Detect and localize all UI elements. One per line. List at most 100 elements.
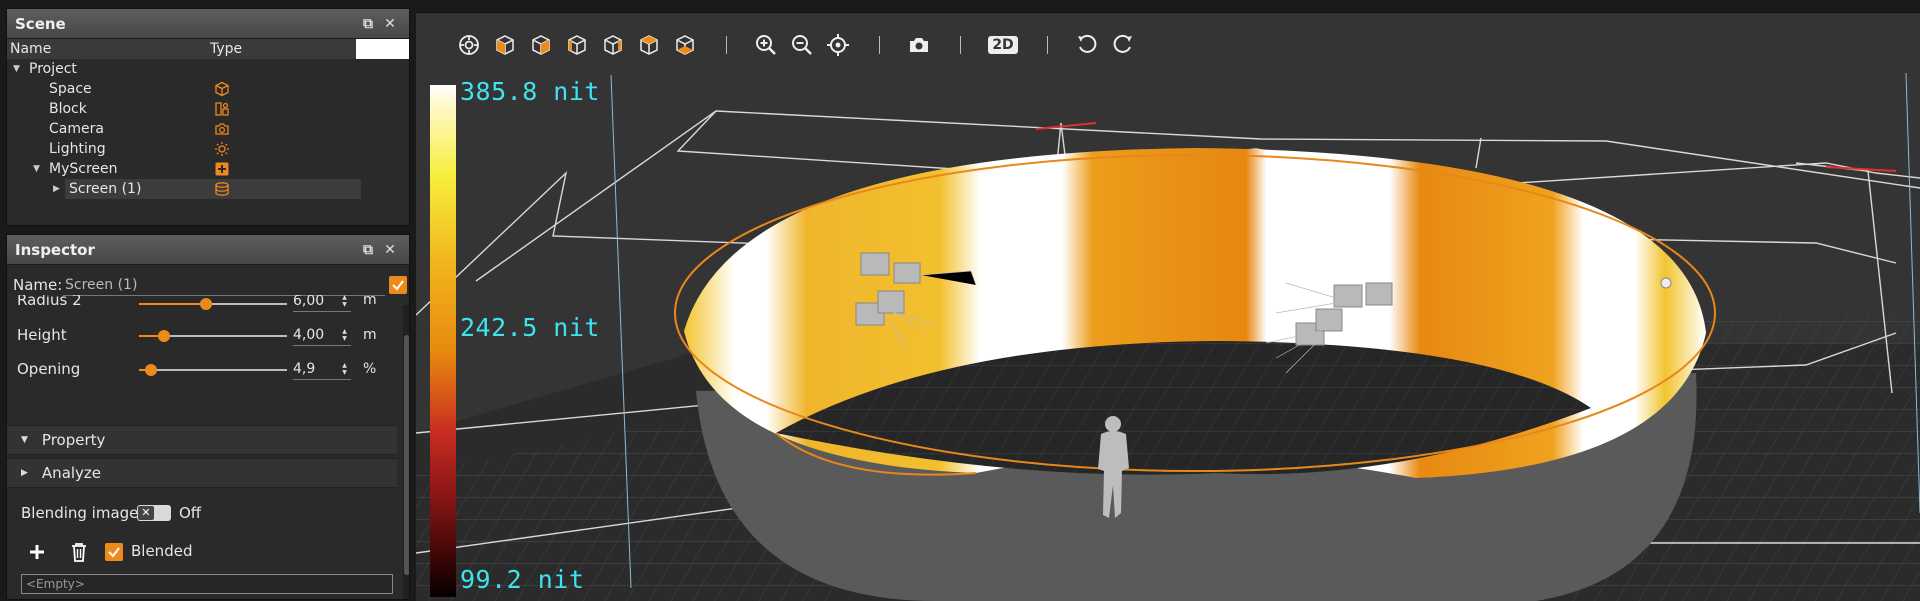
inspector-scrollbar[interactable] (403, 305, 409, 599)
collapse-arrow-icon: ▶ (21, 468, 28, 478)
camera-snapshot-icon[interactable] (906, 32, 932, 58)
opening-value-field[interactable]: 4,9 ▲ ▼ (293, 359, 351, 380)
scene-panel: Scene ⧉ ✕ Name Type ▼ Project Space Bloc… (6, 8, 410, 226)
param-row-opening: Opening 4,9 ▲ ▼ % (7, 353, 409, 387)
toggle-off-icon: ✕ (138, 506, 154, 520)
zoom-in-icon[interactable] (753, 32, 779, 58)
tree-item-label: Screen (1) (69, 181, 142, 197)
blend-image-field[interactable]: <Empty> (21, 574, 393, 594)
view-top-icon[interactable] (636, 32, 662, 58)
param-row-height: Height 4,00 ▲ ▼ m (7, 319, 409, 353)
blending-image-toggle[interactable]: ✕ (137, 505, 171, 521)
trash-icon[interactable] (69, 541, 89, 563)
slider-fill (139, 303, 206, 305)
view-front-icon[interactable] (492, 32, 518, 58)
add-plus-icon[interactable] (27, 542, 47, 562)
section-analyze[interactable]: ▶ Analyze (7, 458, 397, 488)
param-value: 6,00 (293, 295, 325, 309)
tree-item-camera[interactable]: Camera (7, 119, 409, 139)
toolbar-separator (1047, 36, 1048, 54)
tree-item-label: MyScreen (49, 161, 118, 177)
tree-item-label: Camera (49, 121, 104, 137)
collapse-arrow-icon[interactable]: ▶ (53, 184, 60, 194)
name-row: Name: (7, 275, 409, 296)
undo-icon[interactable] (1074, 32, 1100, 58)
slider-knob[interactable] (199, 298, 212, 310)
2d-toggle-icon[interactable]: 2D (987, 32, 1019, 58)
height-slider[interactable] (139, 330, 287, 342)
slider-knob[interactable] (144, 364, 157, 376)
expand-arrow-icon: ▼ (21, 435, 28, 445)
space-cube-icon (215, 81, 229, 97)
tree-item-space[interactable]: Space (7, 79, 409, 99)
center-target-icon[interactable] (825, 32, 851, 58)
blended-checkbox[interactable] (105, 543, 123, 561)
3d-scene[interactable] (416, 13, 1920, 601)
zoom-out-icon[interactable] (789, 32, 815, 58)
inspector-panel-undock-icon[interactable]: ⧉ (357, 242, 379, 258)
param-value: 4,9 (293, 361, 316, 377)
view-back-icon[interactable] (528, 32, 554, 58)
blending-image-state: Off (179, 504, 202, 522)
tree-item-project[interactable]: ▼ Project (7, 59, 409, 79)
boundary-marker (1035, 122, 1097, 130)
section-label: Property (41, 431, 106, 449)
tree-item-label: Block (49, 101, 87, 117)
expand-arrow-icon[interactable]: ▼ (33, 164, 40, 174)
view-settings-icon[interactable] (456, 32, 482, 58)
legend-mid-label: 242.5 nit (460, 313, 600, 342)
opening-slider[interactable] (139, 364, 287, 376)
name-enabled-checkbox[interactable] (389, 276, 407, 294)
scrollbar-thumb[interactable] (404, 335, 409, 575)
view-right-icon[interactable] (600, 32, 626, 58)
scene-panel-close-icon[interactable]: ✕ (379, 16, 401, 32)
section-property[interactable]: ▼ Property (7, 425, 397, 455)
spin-arrows-icon[interactable]: ▲ ▼ (340, 328, 349, 342)
height-value-field[interactable]: 4,00 ▲ ▼ (293, 325, 351, 346)
param-unit: m (363, 295, 377, 308)
tree-item-lighting[interactable]: Lighting (7, 139, 409, 159)
column-filter-box[interactable] (356, 39, 409, 59)
pivot-point-marker[interactable] (1660, 277, 1672, 289)
2d-toggle-label: 2D (988, 36, 1018, 54)
tree-item-label: Space (49, 81, 92, 97)
slider-knob[interactable] (158, 330, 171, 342)
spin-arrows-icon[interactable]: ▲ ▼ (340, 362, 349, 376)
spin-arrows-icon[interactable]: ▲ ▼ (340, 295, 349, 308)
checkmark-icon (108, 547, 120, 558)
toolbar-separator (960, 36, 961, 54)
redo-icon[interactable] (1110, 32, 1136, 58)
blend-actions-row: Blended (7, 539, 409, 565)
param-value: 4,00 (293, 327, 325, 343)
scene-panel-header[interactable]: Scene ⧉ ✕ (7, 9, 409, 39)
tree-item-myscreen[interactable]: ▼ MyScreen (7, 159, 409, 179)
3d-viewport[interactable]: 2D 385.8 nit 242.5 nit 99.2 nit (416, 12, 1920, 601)
tree-item-screen-1[interactable]: ▶ Screen (1) (7, 179, 409, 199)
inspector-panel: Inspector ⧉ ✕ Name: Radius 2 6,00 ▲▼ m H… (6, 234, 410, 600)
column-name-header[interactable]: Name (7, 41, 210, 57)
inspector-panel-title: Inspector (15, 240, 95, 259)
view-left-icon[interactable] (564, 32, 590, 58)
legend-min-label: 99.2 nit (460, 565, 585, 594)
column-type-header[interactable]: Type (210, 41, 356, 57)
inspector-panel-header[interactable]: Inspector ⧉ ✕ (7, 235, 409, 265)
param-label: Height (17, 326, 67, 344)
screen-group-plus-icon (215, 162, 229, 176)
expand-arrow-icon[interactable]: ▼ (13, 64, 20, 74)
cylinder-screen-icon (215, 182, 229, 196)
tree-item-block[interactable]: Block (7, 99, 409, 119)
inspector-panel-close-icon[interactable]: ✕ (379, 242, 401, 258)
radius-2-slider[interactable] (139, 298, 287, 310)
param-row-radius-2: Radius 2 6,00 ▲ ▼ m (7, 295, 409, 319)
radius-2-value-field[interactable]: 6,00 ▲ ▼ (293, 295, 351, 312)
viewport-toolbar: 2D (456, 31, 1146, 59)
name-input[interactable] (63, 275, 385, 296)
scene-tree-header: Name Type (7, 39, 409, 59)
scene-tree: ▼ Project Space Block Camera Lighting ▼ … (7, 59, 409, 199)
param-unit: % (363, 361, 377, 377)
scene-panel-undock-icon[interactable]: ⧉ (357, 16, 379, 32)
view-bottom-icon[interactable] (672, 32, 698, 58)
section-label: Analyze (41, 464, 102, 482)
toolbar-separator (879, 36, 880, 54)
name-label: Name: (13, 276, 63, 294)
